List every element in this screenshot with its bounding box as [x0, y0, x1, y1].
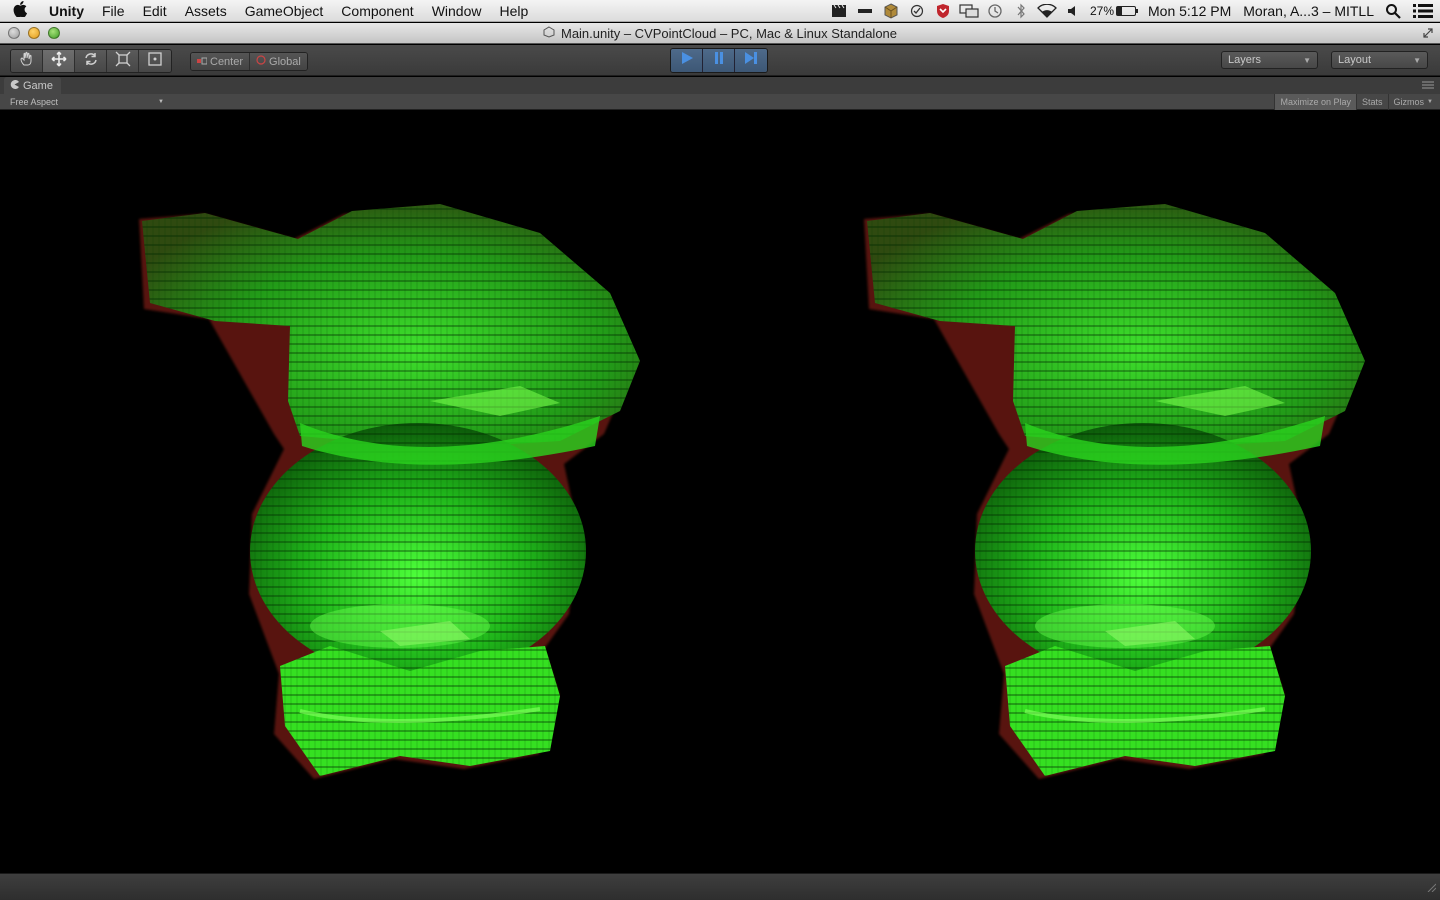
move-arrows-icon: [51, 51, 67, 72]
menubar-user[interactable]: Moran, A...3 – MITLL: [1237, 3, 1380, 19]
minimize-button[interactable]: [28, 27, 40, 39]
menu-window[interactable]: Window: [423, 0, 491, 22]
pivot-global-button[interactable]: Global: [250, 53, 307, 70]
tab-game[interactable]: Game: [4, 77, 61, 94]
game-panel-tabbar: Game: [0, 77, 1440, 94]
close-button[interactable]: [8, 27, 20, 39]
pivot-toggle-group: Center Global: [190, 52, 308, 71]
apple-menu[interactable]: [0, 1, 40, 20]
scale-icon: [115, 51, 131, 72]
right-eye-bunny: [864, 204, 1365, 779]
game-panel-toolbar: Free Aspect ▼ Maximize on Play Stats Giz…: [0, 94, 1440, 110]
hand-tool-button[interactable]: [11, 50, 43, 72]
resize-grip-icon[interactable]: [1426, 879, 1437, 897]
menu-component[interactable]: Component: [332, 0, 422, 22]
apple-icon: [13, 1, 27, 20]
cube-icon[interactable]: [878, 0, 904, 22]
bluetooth-icon[interactable]: [1008, 0, 1034, 22]
stereo-render: [0, 111, 1440, 873]
menu-app-unity[interactable]: Unity: [40, 0, 93, 22]
tab-game-label: Game: [23, 79, 53, 92]
gizmos-dropdown[interactable]: Gizmos ▼: [1387, 94, 1438, 110]
window-controls: [8, 27, 60, 39]
chevron-down-icon: ▼: [1427, 99, 1433, 105]
step-button[interactable]: [735, 49, 767, 72]
layout-label: Layout: [1338, 54, 1372, 66]
rotate-icon: [83, 51, 99, 72]
layers-label: Layers: [1228, 54, 1262, 66]
minus-bar-icon[interactable]: [852, 0, 878, 22]
battery-percent: 27%: [1089, 3, 1114, 18]
panel-menu-icon[interactable]: [1422, 81, 1434, 92]
status-area: 27% Mon 5:12 PM Moran, A...3 – MITLL: [826, 0, 1440, 22]
pivot-center-label: Center: [210, 55, 244, 68]
rect-tool-button[interactable]: [139, 50, 171, 72]
chevron-down-icon: ▼: [1413, 55, 1421, 65]
stats-toggle[interactable]: Stats: [1356, 94, 1388, 110]
game-viewport[interactable]: [0, 111, 1440, 873]
check-circle-icon[interactable]: [904, 0, 930, 22]
rotate-tool-button[interactable]: [75, 50, 107, 72]
maximize-on-play-toggle[interactable]: Maximize on Play: [1274, 94, 1357, 110]
transform-tools: [10, 49, 172, 73]
window-title-bar: Main.unity – CVPointCloud – PC, Mac & Li…: [0, 23, 1440, 44]
chevron-down-icon: ▼: [1303, 55, 1311, 65]
window-title: Main.unity – CVPointCloud – PC, Mac & Li…: [560, 25, 898, 41]
pause-button[interactable]: [703, 49, 735, 72]
layout-dropdown[interactable]: Layout ▼: [1331, 51, 1428, 69]
rect-tool-icon: [147, 51, 163, 72]
zoom-button[interactable]: [48, 27, 60, 39]
pivot-center-icon: [197, 56, 208, 68]
layers-dropdown[interactable]: Layers ▼: [1221, 51, 1318, 69]
unity-scene-icon: [543, 25, 555, 41]
gizmos-label: Gizmos: [1393, 97, 1425, 107]
scale-tool-button[interactable]: [107, 50, 139, 72]
wifi-icon[interactable]: [1034, 0, 1060, 22]
time-machine-icon[interactable]: [982, 0, 1008, 22]
aspect-label: Free Aspect: [10, 97, 59, 107]
aspect-dropdown[interactable]: Free Aspect ▼: [10, 95, 164, 109]
fullscreen-icon[interactable]: [1422, 27, 1434, 42]
search-icon[interactable]: [1380, 0, 1406, 22]
step-forward-icon: [744, 51, 758, 70]
menu-gameobject[interactable]: GameObject: [236, 0, 333, 22]
left-eye-bunny: [139, 204, 640, 779]
menu-help[interactable]: Help: [490, 0, 537, 22]
game-panel-options: Maximize on Play Stats Gizmos ▼: [1274, 94, 1438, 110]
volume-icon[interactable]: [1060, 0, 1086, 22]
clapper-icon[interactable]: [826, 0, 852, 22]
menu-assets[interactable]: Assets: [176, 0, 236, 22]
status-bar: [0, 873, 1440, 900]
menu-edit[interactable]: Edit: [134, 0, 176, 22]
globe-icon: [256, 55, 266, 68]
chevron-down-icon: ▼: [158, 99, 164, 105]
hand-icon: [19, 51, 35, 72]
pause-icon: [713, 51, 725, 70]
battery-icon[interactable]: [1116, 5, 1138, 16]
notification-list-icon[interactable]: [1406, 0, 1440, 22]
display-icon[interactable]: [956, 0, 982, 22]
menubar-clock[interactable]: Mon 5:12 PM: [1142, 3, 1237, 19]
menu-file[interactable]: File: [93, 0, 134, 22]
pivot-center-button[interactable]: Center: [191, 53, 251, 70]
pivot-global-label: Global: [269, 55, 301, 68]
pacman-icon: [10, 79, 19, 92]
playback-controls: [670, 48, 768, 73]
play-icon: [680, 51, 694, 70]
shield-icon[interactable]: [930, 0, 956, 22]
menu-bar: Unity File Edit Assets GameObject Compon…: [0, 0, 1440, 22]
move-tool-button[interactable]: [43, 50, 75, 72]
play-button[interactable]: [671, 49, 703, 72]
